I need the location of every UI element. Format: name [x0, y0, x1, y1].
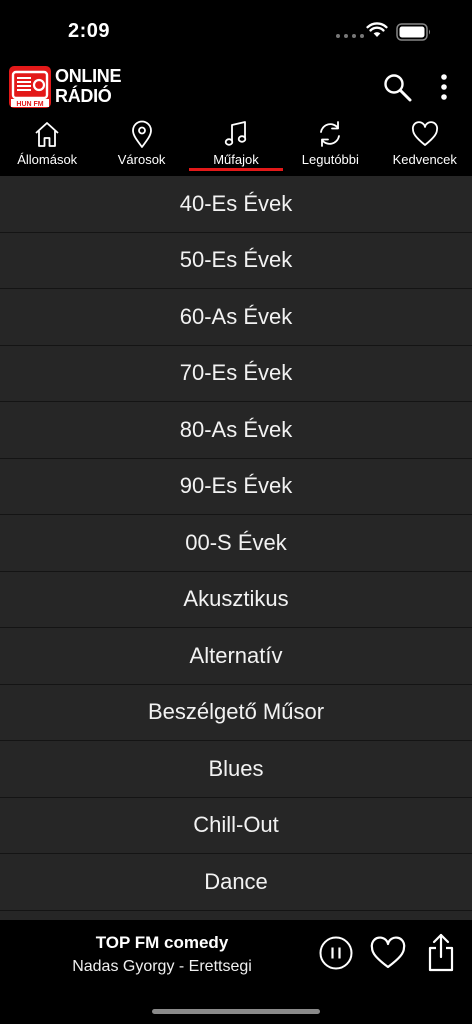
tab-favorites-label: Kedvencek	[392, 152, 457, 167]
tab-favorites[interactable]: Kedvencek	[378, 116, 472, 174]
refresh-icon	[320, 121, 341, 147]
favorite-heart-icon[interactable]	[370, 936, 406, 970]
genre-item[interactable]: 40-Es Évek	[0, 176, 472, 233]
genre-item[interactable]: Blues	[0, 741, 472, 798]
genre-item[interactable]: 60-As Évek	[0, 289, 472, 346]
more-options-icon[interactable]	[432, 72, 456, 104]
genre-item[interactable]: Akusztikus	[0, 571, 472, 628]
tab-stations-label: Állomások	[17, 152, 78, 167]
tab-recent[interactable]: Legutóbbi	[283, 116, 377, 174]
status-time: 2:09	[68, 20, 111, 42]
radio-logo-icon: HUN FM	[9, 66, 51, 108]
pause-icon[interactable]	[319, 936, 353, 970]
map-pin-icon	[131, 120, 152, 148]
wifi-icon	[366, 22, 388, 37]
genre-item[interactable]: Beszélgető Műsor	[0, 684, 472, 741]
tab-cities-label: Városok	[117, 152, 166, 167]
genre-item[interactable]: 90-Es Évek	[0, 458, 472, 515]
app-title: ONLINE RÁDIÓ	[55, 66, 122, 106]
heart-icon	[411, 121, 438, 146]
now-playing-subtitle: Nadas Gyorgy - Erettsegi	[72, 958, 252, 975]
logo-badge-text: HUN FM	[16, 101, 43, 108]
share-icon[interactable]	[426, 932, 456, 972]
cellular-signal-icon	[336, 34, 364, 38]
genre-item-partial[interactable]	[0, 910, 472, 920]
mini-player[interactable]: TOP FM comedy Nadas Gyorgy - Erettsegi	[0, 920, 472, 1024]
now-playing-title: TOP FM comedy	[95, 933, 229, 952]
tab-bar: Állomások Városok Műfajok Legutóbbi Kedv…	[0, 116, 472, 174]
genre-item[interactable]: 70-Es Évek	[0, 345, 472, 402]
genre-item[interactable]: Alternatív	[0, 628, 472, 685]
genre-item[interactable]: 00-S Évek	[0, 515, 472, 572]
status-bar: 2:09	[0, 0, 472, 60]
tab-genres-label: Műfajok	[213, 152, 259, 167]
app-title-line2: RÁDIÓ	[55, 86, 112, 106]
home-indicator[interactable]	[152, 1009, 320, 1014]
genre-item[interactable]: Dance	[0, 854, 472, 911]
music-note-icon	[224, 121, 247, 146]
app-header: HUN FM ONLINE RÁDIÓ	[0, 62, 472, 114]
search-icon[interactable]	[382, 72, 414, 104]
genre-item[interactable]: Chill-Out	[0, 797, 472, 854]
tab-recent-label: Legutóbbi	[301, 152, 359, 167]
genre-item[interactable]: 50-Es Évek	[0, 232, 472, 289]
active-tab-indicator	[189, 168, 283, 171]
tab-stations[interactable]: Állomások	[0, 116, 94, 174]
genre-item[interactable]: 80-As Évek	[0, 402, 472, 459]
tab-genres[interactable]: Műfajok	[189, 116, 283, 174]
app-title-line1: ONLINE	[55, 66, 122, 86]
home-icon	[35, 122, 59, 147]
genre-list[interactable]: 40-Es Évek 50-Es Évek 60-As Évek 70-Es É…	[0, 176, 472, 920]
tab-cities[interactable]: Városok	[94, 116, 188, 174]
battery-icon	[396, 23, 430, 41]
